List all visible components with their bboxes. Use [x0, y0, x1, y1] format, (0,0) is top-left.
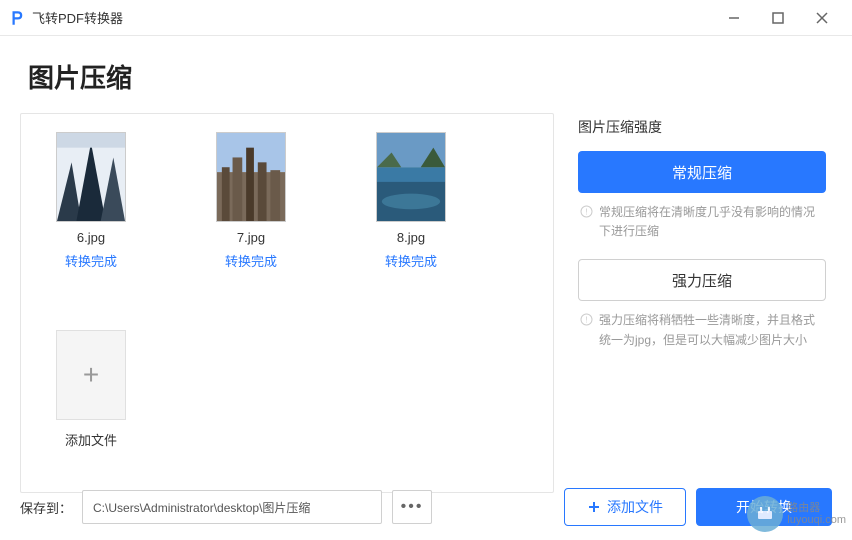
add-file-icon — [587, 500, 601, 514]
minimize-button[interactable] — [724, 8, 744, 28]
file-thumbnail — [376, 132, 446, 222]
file-name: 8.jpg — [361, 230, 461, 245]
main-area: 6.jpg 转换完成 7.jpg 转换完成 8.jpg 转换完成 + 添加文件 … — [0, 113, 852, 493]
svg-text:!: ! — [585, 316, 587, 325]
strong-compression-label: 强力压缩 — [672, 270, 732, 291]
normal-compression-label: 常规压缩 — [672, 162, 732, 183]
strong-compression-hint: ! 强力压缩将稍牺牲一些清晰度，并且格式统一为jpg，但是可以大幅减少图片大小 — [578, 311, 826, 349]
save-path-input[interactable] — [82, 490, 382, 524]
file-status: 转换完成 — [201, 251, 301, 270]
watermark-text: 路由器 luyouqi.com — [787, 502, 846, 526]
browse-button[interactable]: ••• — [392, 490, 432, 524]
file-status: 转换完成 — [41, 251, 141, 270]
file-list-panel: 6.jpg 转换完成 7.jpg 转换完成 8.jpg 转换完成 + 添加文件 — [20, 113, 554, 493]
file-thumbnail — [216, 132, 286, 222]
normal-compression-hint: ! 常规压缩将在清晰度几乎没有影响的情况下进行压缩 — [578, 203, 826, 241]
file-name: 6.jpg — [41, 230, 141, 245]
save-to-label: 保存到： — [20, 498, 72, 517]
info-icon: ! — [580, 313, 593, 326]
footer-bar: 保存到： ••• 添加文件 开始转换 — [0, 488, 852, 526]
normal-compression-button[interactable]: 常规压缩 — [578, 151, 826, 193]
maximize-button[interactable] — [768, 8, 788, 28]
window-controls — [724, 8, 844, 28]
svg-text:!: ! — [585, 208, 587, 217]
file-item[interactable]: 6.jpg 转换完成 — [41, 132, 141, 270]
add-file-label: 添加文件 — [41, 430, 141, 449]
file-name: 7.jpg — [201, 230, 301, 245]
app-logo-icon — [8, 9, 26, 27]
watermark: 路由器 luyouqi.com — [747, 496, 846, 532]
plus-icon: + — [56, 330, 126, 420]
page-title: 图片压缩 — [0, 36, 852, 113]
add-file-tile[interactable]: + 添加文件 — [41, 330, 141, 449]
add-file-button[interactable]: 添加文件 — [564, 488, 686, 526]
titlebar: 飞转PDF转换器 — [0, 0, 852, 36]
file-thumbnail — [56, 132, 126, 222]
file-item[interactable]: 7.jpg 转换完成 — [201, 132, 301, 270]
info-icon: ! — [580, 205, 593, 218]
compression-label: 图片压缩强度 — [578, 117, 826, 137]
file-item[interactable]: 8.jpg 转换完成 — [361, 132, 461, 270]
watermark-icon — [747, 496, 783, 532]
compression-panel: 图片压缩强度 常规压缩 ! 常规压缩将在清晰度几乎没有影响的情况下进行压缩 强力… — [572, 113, 832, 493]
strong-compression-button[interactable]: 强力压缩 — [578, 259, 826, 301]
app-title: 飞转PDF转换器 — [32, 8, 123, 27]
close-button[interactable] — [812, 8, 832, 28]
app-logo: 飞转PDF转换器 — [8, 8, 123, 27]
file-status: 转换完成 — [361, 251, 461, 270]
